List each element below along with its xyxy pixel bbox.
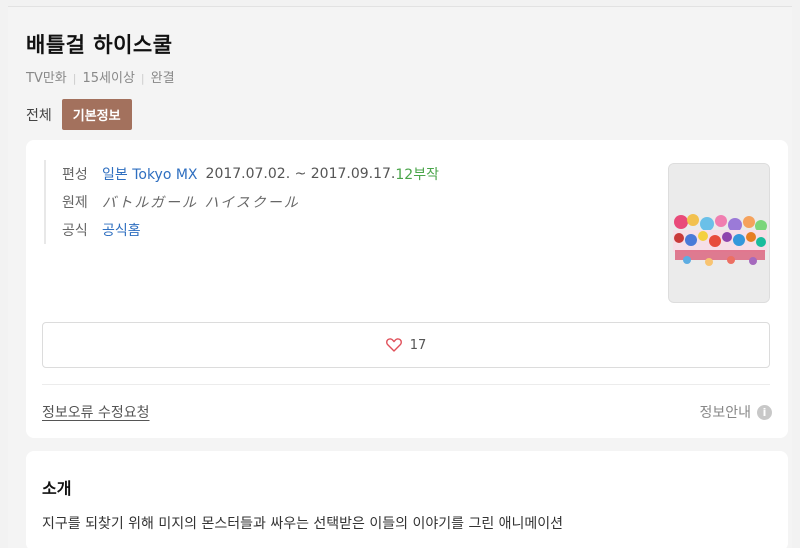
like-button[interactable]: 17 [42, 322, 770, 368]
meta-status: 완결 [150, 71, 175, 86]
broadcaster-link[interactable]: 일본 Tokyo MX [102, 164, 198, 184]
heart-icon [385, 338, 402, 352]
poster-thumbnail[interactable] [668, 163, 770, 303]
episode-count: 12부작 [395, 167, 439, 183]
info-list: 편성 일본 Tokyo MX 2017.07.02. ~ 2017.09.17.… [44, 160, 439, 244]
report-error-link[interactable]: 정보오류 수정요청 [42, 402, 150, 422]
tab-all[interactable]: 전체 [26, 105, 52, 125]
broadcast-label: 편성 [62, 167, 88, 183]
original-title: バトルガール ハイスクール [102, 195, 300, 211]
info-guide-label: 정보안내 [699, 405, 751, 421]
tab-bar: 전체 기본정보 [26, 99, 132, 130]
meta-line: TV만화 | 15세이상 | 완결 [26, 67, 175, 86]
tab-basic-info[interactable]: 기본정보 [61, 99, 132, 130]
info-row-official: 공식 공식홈 [62, 216, 439, 244]
intro-card: 소개 지구를 되찾기 위해 미지의 몬스터들과 싸우는 선택받은 이들의 이야기… [26, 451, 788, 548]
basic-info-card: 편성 일본 Tokyo MX 2017.07.02. ~ 2017.09.17.… [26, 140, 788, 438]
info-icon: i [757, 404, 772, 420]
original-label: 원제 [62, 195, 88, 211]
intro-text: 지구를 되찾기 위해 미지의 몬스터들과 싸우는 선택받은 이들의 이야기를 그… [42, 516, 564, 532]
info-guide[interactable]: 정보안내 i [699, 402, 772, 422]
meta-rating: 15세이상 [82, 71, 135, 86]
air-dates: 2017.07.02. ~ 2017.09.17. [205, 166, 396, 182]
meta-separator: | [140, 72, 145, 85]
official-site-link[interactable]: 공식홈 [102, 220, 141, 240]
meta-separator: | [72, 72, 77, 85]
intro-heading: 소개 [42, 479, 72, 498]
page-title: 배틀걸 하이스쿨 [26, 33, 173, 57]
info-row-broadcast: 편성 일본 Tokyo MX 2017.07.02. ~ 2017.09.17.… [62, 160, 439, 188]
like-count: 17 [409, 337, 427, 353]
official-label: 공식 [62, 223, 88, 239]
header: 배틀걸 하이스쿨 [26, 29, 173, 59]
poster-image [669, 164, 769, 302]
meta-genre: TV만화 [26, 71, 67, 86]
info-row-original: 원제 バトルガール ハイスクール [62, 188, 439, 216]
content-panel: 배틀걸 하이스쿨 TV만화 | 15세이상 | 완결 전체 기본정보 편성 일본 Tok… [8, 6, 792, 548]
divider [42, 384, 770, 385]
